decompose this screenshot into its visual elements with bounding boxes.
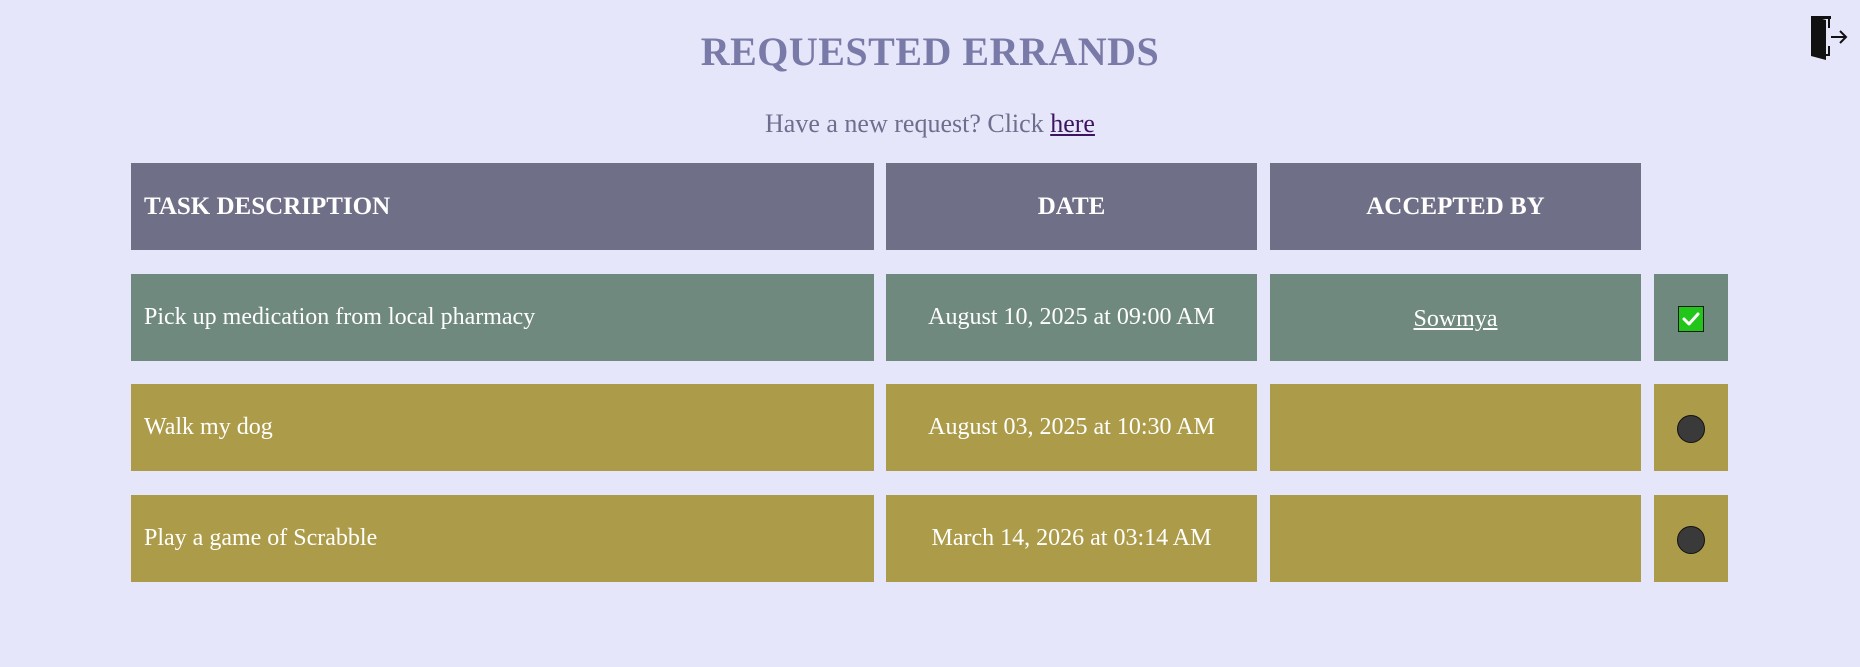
header-date: DATE	[886, 163, 1257, 250]
logout-door-icon	[1811, 16, 1848, 60]
row-1-description: Pick up medication from local pharmacy	[131, 274, 874, 361]
row-3-status	[1654, 495, 1728, 582]
header-task-description: TASK DESCRIPTION	[131, 163, 874, 250]
logout-button[interactable]	[1809, 14, 1849, 62]
row-1-date: August 10, 2025 at 09:00 AM	[886, 274, 1257, 361]
row-1-status	[1654, 274, 1728, 361]
row-2-date: August 03, 2025 at 10:30 AM	[886, 384, 1257, 471]
new-request-text: Have a new request? Click	[765, 109, 1051, 138]
header-accepted-by: ACCEPTED BY	[1270, 163, 1641, 250]
accepted-by-link[interactable]: Sowmya	[1414, 306, 1498, 333]
row-1-accepted-by: Sowmya	[1270, 274, 1641, 361]
checkmark-icon	[1682, 312, 1700, 325]
circle-icon[interactable]	[1677, 414, 1705, 443]
row-2-description: Walk my dog	[131, 384, 874, 471]
new-request-link[interactable]: here	[1050, 109, 1095, 138]
page-title: REQUESTED ERRANDS	[700, 29, 1160, 74]
row-3-accepted-by	[1270, 495, 1641, 582]
circle-icon[interactable]	[1677, 525, 1705, 554]
row-3-date: March 14, 2026 at 03:14 AM	[886, 495, 1257, 582]
row-3-description: Play a game of Scrabble	[131, 495, 874, 582]
new-request-prompt: Have a new request? Click here	[0, 109, 1860, 139]
row-2-status	[1654, 384, 1728, 471]
row-2-accepted-by	[1270, 384, 1641, 471]
accept-confirm-checkbox[interactable]	[1678, 305, 1704, 332]
